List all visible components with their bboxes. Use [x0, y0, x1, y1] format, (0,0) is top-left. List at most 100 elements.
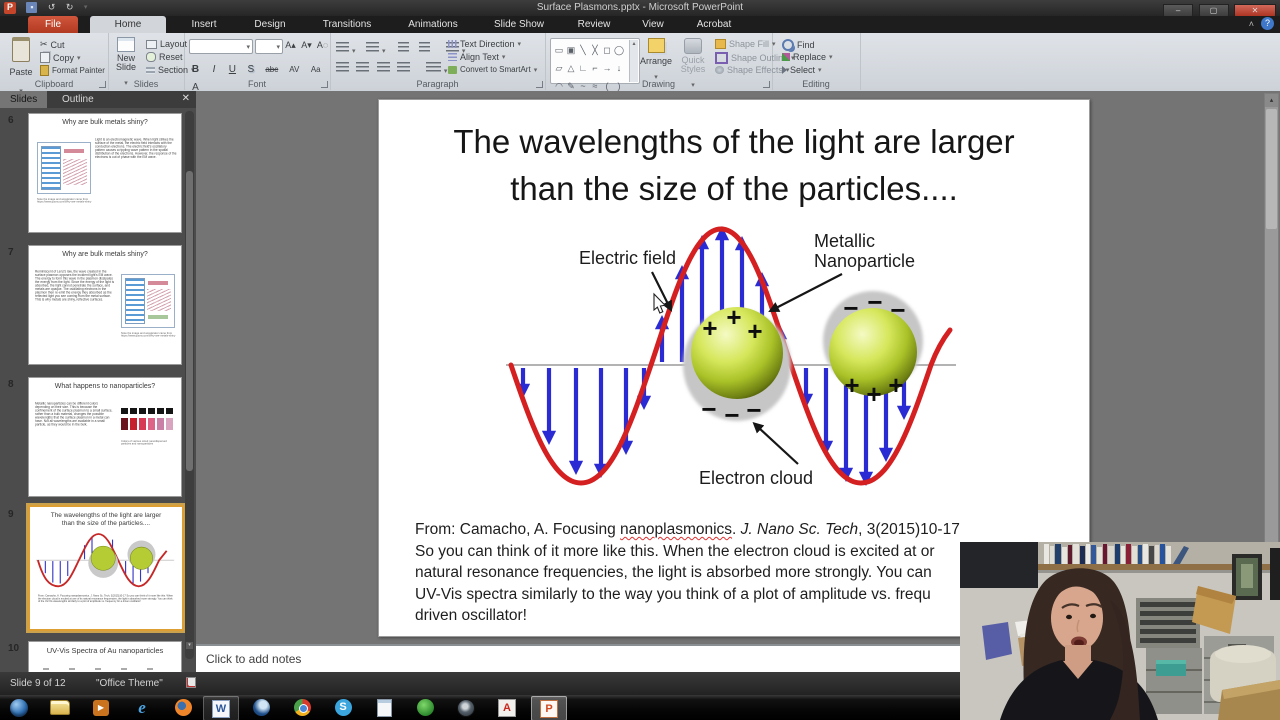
align-left-icon[interactable]: [336, 62, 349, 73]
font-name-select[interactable]: ▾: [189, 39, 253, 54]
group-label-editing: Editing: [772, 79, 860, 89]
slide-thumbnail-9-selected[interactable]: The wavelengths of the light are largert…: [28, 505, 184, 631]
taskbar-word[interactable]: W: [203, 696, 239, 720]
tab-insert[interactable]: Insert: [176, 16, 232, 33]
shape-glyph[interactable]: ╳: [589, 44, 601, 56]
bullets-icon[interactable]: [336, 42, 349, 53]
align-right-icon[interactable]: [377, 62, 390, 73]
character-spacing-button[interactable]: AV: [286, 63, 302, 76]
align-text-button[interactable]: Align Text▾: [448, 52, 505, 62]
taskbar-skype[interactable]: S: [326, 696, 360, 719]
adobe-reader-icon: A: [498, 699, 516, 717]
panel-scrollbar-thumb[interactable]: [186, 171, 193, 471]
shape-glyph[interactable]: ▣: [565, 44, 577, 56]
shape-glyph[interactable]: ∟: [577, 62, 589, 74]
select-button[interactable]: Select▾: [782, 65, 822, 75]
panel-scrollbar[interactable]: ▾: [185, 111, 194, 659]
taskbar-media-player[interactable]: ▶: [84, 696, 118, 719]
font-dialog-launcher[interactable]: [321, 81, 328, 88]
taskbar-explorer[interactable]: [43, 696, 77, 719]
tab-acrobat[interactable]: Acrobat: [684, 16, 744, 33]
reset-button[interactable]: Reset: [146, 52, 183, 62]
taskbar-webcam-app[interactable]: [449, 696, 483, 719]
slide-thumbnail-7[interactable]: Why are bulk metals shiny? Reminiscent o…: [28, 245, 182, 365]
italic-button[interactable]: I: [207, 63, 220, 76]
drawing-dialog-launcher[interactable]: [763, 81, 770, 88]
shrink-font-button[interactable]: A▾: [300, 39, 313, 52]
grow-font-button[interactable]: A▴: [284, 39, 297, 52]
numbering-icon[interactable]: [366, 42, 379, 53]
panel-close-icon[interactable]: ✕: [182, 93, 190, 104]
undo-icon[interactable]: ↺: [48, 2, 56, 13]
strikethrough-button[interactable]: abc: [263, 63, 281, 76]
bold-button[interactable]: B: [189, 63, 202, 76]
taskbar-powerpoint[interactable]: P: [531, 696, 567, 720]
text-shadow-button[interactable]: S: [244, 63, 257, 76]
tab-slides-thumbnails[interactable]: Slides: [0, 91, 47, 108]
align-center-icon[interactable]: [356, 62, 369, 73]
find-button[interactable]: Find: [782, 39, 815, 51]
change-case-button[interactable]: Aa: [308, 63, 324, 76]
taskbar-notes-app[interactable]: [367, 696, 401, 719]
taskbar-chrome[interactable]: [285, 696, 319, 719]
format-painter-button[interactable]: Format Painter: [40, 65, 105, 76]
slide-title[interactable]: The wavelengths of the light are larger …: [379, 118, 1089, 212]
tab-view[interactable]: View: [630, 16, 676, 33]
justify-icon[interactable]: [397, 62, 410, 73]
shape-glyph[interactable]: ↓: [613, 62, 625, 74]
ribbon-collapse-icon[interactable]: ˄: [1249, 19, 1254, 29]
underline-button[interactable]: U: [226, 63, 239, 76]
shape-glyph[interactable]: △: [565, 62, 577, 74]
taskbar-adobe-reader[interactable]: A: [490, 696, 524, 719]
spell-check-icon[interactable]: [186, 677, 196, 688]
tab-transitions[interactable]: Transitions: [308, 16, 386, 33]
tab-animations[interactable]: Animations: [394, 16, 472, 33]
shape-glyph[interactable]: ╲: [577, 44, 589, 56]
columns-icon[interactable]: [426, 62, 441, 73]
shape-glyph[interactable]: ▭: [553, 44, 565, 56]
shape-glyph[interactable]: ▱: [553, 62, 565, 74]
tab-home[interactable]: Home: [90, 16, 166, 33]
paragraph-dialog-launcher[interactable]: [536, 81, 543, 88]
main-scrollbar-thumb[interactable]: [1266, 109, 1277, 229]
save-icon[interactable]: ▪: [26, 2, 37, 13]
thumb-body-text: Light is an electromagnetic wave. When l…: [95, 138, 177, 180]
shape-glyph[interactable]: ◻: [601, 44, 613, 56]
taskbar-firefox[interactable]: [166, 696, 200, 719]
font-size-select[interactable]: ▾: [255, 39, 283, 54]
taskbar-internet-explorer[interactable]: e: [125, 696, 159, 719]
shape-glyph[interactable]: →: [601, 62, 613, 74]
plasmon-diagram[interactable]: + + + − − − − − − + + + Electric field M…: [504, 222, 984, 512]
tab-slideshow[interactable]: Slide Show: [480, 16, 558, 33]
taskbar-green-app[interactable]: [408, 696, 442, 719]
taskbar-outlook[interactable]: [244, 696, 278, 719]
tab-design[interactable]: Design: [240, 16, 300, 33]
tab-review[interactable]: Review: [566, 16, 622, 33]
copy-button[interactable]: Copy▾: [40, 52, 81, 63]
text-direction-button[interactable]: Text Direction▾: [448, 39, 521, 49]
shape-glyph[interactable]: ◯: [613, 44, 625, 56]
clipboard-dialog-launcher[interactable]: [99, 81, 106, 88]
increase-indent-icon[interactable]: [419, 42, 430, 53]
redo-icon[interactable]: ↻: [66, 2, 74, 13]
shape-fill-button[interactable]: Shape Fill▾: [715, 39, 776, 49]
shape-glyph[interactable]: ⌐: [589, 62, 601, 74]
scroll-up-icon[interactable]: ▴: [1265, 94, 1278, 107]
replace-button[interactable]: Replace▾: [782, 52, 833, 62]
start-button[interactable]: [2, 696, 36, 719]
tab-outline[interactable]: Outline: [52, 91, 104, 108]
help-icon[interactable]: ?: [1261, 17, 1274, 30]
shapes-scrollbar[interactable]: ▴: [629, 40, 638, 82]
tab-file[interactable]: File: [28, 16, 78, 33]
cut-button[interactable]: ✂Cut: [40, 39, 65, 50]
smartart-button[interactable]: Convert to SmartArt▾: [448, 65, 537, 74]
shapes-gallery[interactable]: ▭▣╲╳◻◯ ▱△∟⌐→↓ ◠✎~≈() ▴: [550, 38, 640, 84]
slide-thumbnail-6[interactable]: Why are bulk metals shiny? Light is an e…: [28, 113, 182, 233]
arrange-button[interactable]: Arrange ▾: [639, 38, 673, 84]
clear-formatting-button[interactable]: A◌: [316, 39, 329, 52]
slide-thumbnail-8[interactable]: What happens to nanoparticles? Metallic …: [28, 377, 182, 497]
panel-scroll-down-icon[interactable]: ▾: [186, 642, 193, 649]
powerpoint-app-icon[interactable]: P: [4, 2, 16, 14]
qat-customize-icon[interactable]: ▾: [84, 2, 88, 13]
decrease-indent-icon[interactable]: [398, 42, 409, 53]
